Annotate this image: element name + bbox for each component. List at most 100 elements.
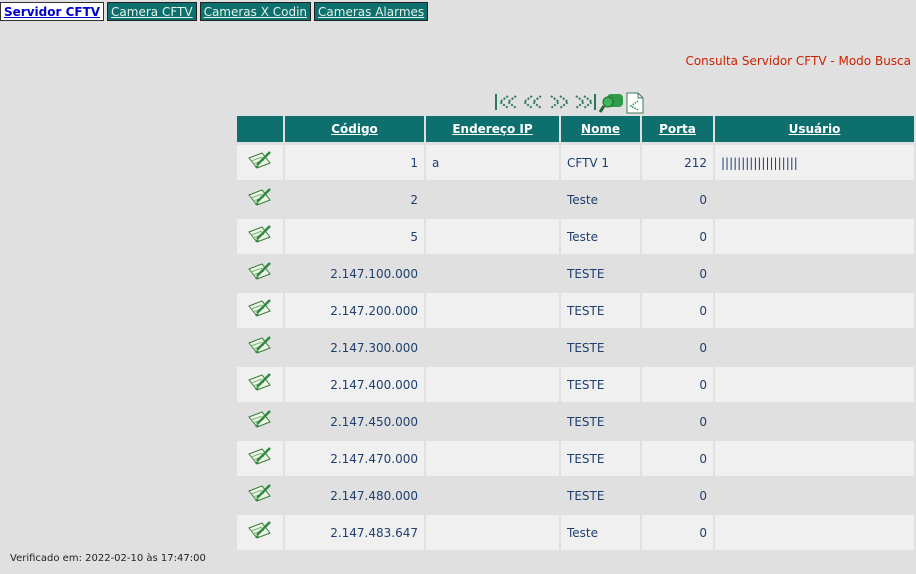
edit-cell (237, 145, 283, 180)
usuario-cell (715, 404, 914, 439)
usuario-cell (715, 515, 914, 550)
table-row: 2.147.200.000 TESTE 0 (237, 292, 916, 329)
ip-cell (426, 367, 559, 402)
edit-record-icon[interactable] (247, 408, 273, 435)
edit-record-icon[interactable] (247, 519, 273, 546)
codigo-cell: 2.147.480.000 (285, 478, 424, 513)
ip-cell (426, 182, 559, 217)
porta-cell: 0 (642, 182, 713, 217)
nome-cell: CFTV 1 (561, 145, 640, 180)
edit-cell (237, 515, 283, 550)
edit-record-icon[interactable] (247, 297, 273, 324)
codigo-cell: 1 (285, 145, 424, 180)
table-row: 2.147.450.000 TESTE 0 (237, 403, 916, 440)
codigo-cell: 2.147.470.000 (285, 441, 424, 476)
usuario-cell (715, 182, 914, 217)
nome-cell: TESTE (561, 330, 640, 365)
header-porta[interactable]: Porta (642, 116, 713, 142)
edit-record-icon[interactable] (247, 149, 273, 176)
previous-page-icon[interactable] (520, 92, 546, 112)
codigo-cell: 2.147.200.000 (285, 293, 424, 328)
edit-cell (237, 293, 283, 328)
header-nome[interactable]: Nome (561, 116, 640, 142)
codigo-cell: 2.147.450.000 (285, 404, 424, 439)
header-usuario[interactable]: Usuário (715, 116, 914, 142)
table-row: 5 Teste 0 (237, 218, 916, 255)
edit-record-icon[interactable] (247, 223, 273, 250)
porta-cell: 212 (642, 145, 713, 180)
porta-cell: 0 (642, 256, 713, 291)
porta-cell: 0 (642, 441, 713, 476)
usuario-cell (715, 441, 914, 476)
edit-record-icon[interactable] (247, 260, 273, 287)
usuario-cell: ||||||||||||||||||| (715, 145, 914, 180)
tab-cameras-alarmes[interactable]: Cameras Alarmes (314, 2, 429, 21)
edit-record-icon[interactable] (247, 445, 273, 472)
nome-cell: TESTE (561, 256, 640, 291)
search-binoculars-icon[interactable] (598, 92, 626, 113)
nome-cell: TESTE (561, 478, 640, 513)
edit-cell (237, 219, 283, 254)
tab-camera-cftv[interactable]: Camera CFTV (107, 2, 197, 21)
edit-record-icon[interactable] (247, 482, 273, 509)
tab-cameras-x-codin[interactable]: Cameras X Codin (199, 2, 312, 21)
next-page-icon[interactable] (546, 92, 572, 112)
porta-cell: 0 (642, 404, 713, 439)
porta-cell: 0 (642, 367, 713, 402)
usuario-cell (715, 478, 914, 513)
porta-cell: 0 (642, 219, 713, 254)
nome-cell: TESTE (561, 293, 640, 328)
edit-cell (237, 404, 283, 439)
pagination-toolbar (494, 90, 648, 114)
nome-cell: TESTE (561, 367, 640, 402)
edit-cell (237, 182, 283, 217)
last-page-icon[interactable] (572, 92, 598, 112)
table-row: 1 a CFTV 1 212 ||||||||||||||||||| (237, 144, 916, 181)
ip-cell (426, 404, 559, 439)
edit-cell (237, 330, 283, 365)
codigo-cell: 5 (285, 219, 424, 254)
usuario-cell (715, 367, 914, 402)
nome-cell: TESTE (561, 404, 640, 439)
tab-bar: Servidor CFTV Camera CFTV Cameras X Codi… (0, 2, 431, 21)
usuario-cell (715, 219, 914, 254)
nome-cell: Teste (561, 219, 640, 254)
table-row: 2.147.470.000 TESTE 0 (237, 440, 916, 477)
codigo-cell: 2.147.400.000 (285, 367, 424, 402)
ip-cell (426, 478, 559, 513)
usuario-cell (715, 330, 914, 365)
edit-record-icon[interactable] (247, 186, 273, 213)
table-row: 2 Teste 0 (237, 181, 916, 218)
header-codigo[interactable]: Código (285, 116, 424, 142)
porta-cell: 0 (642, 293, 713, 328)
codigo-cell: 2.147.300.000 (285, 330, 424, 365)
ip-cell (426, 515, 559, 550)
page-title: Consulta Servidor CFTV - Modo Busca (685, 54, 911, 68)
servers-table: Código Endereço IP Nome Porta Usuário 1a… (237, 115, 916, 551)
usuario-cell (715, 256, 914, 291)
header-edit-col (237, 116, 283, 142)
first-page-icon[interactable] (494, 92, 520, 112)
export-document-icon[interactable] (626, 92, 648, 114)
table-row: 2.147.480.000 TESTE 0 (237, 477, 916, 514)
ip-cell (426, 293, 559, 328)
usuario-cell (715, 293, 914, 328)
ip-cell (426, 219, 559, 254)
nome-cell: Teste (561, 515, 640, 550)
edit-cell (237, 478, 283, 513)
table-header-row: Código Endereço IP Nome Porta Usuário (237, 115, 916, 144)
header-endereco-ip[interactable]: Endereço IP (426, 116, 559, 142)
ip-cell (426, 441, 559, 476)
nome-cell: TESTE (561, 441, 640, 476)
codigo-cell: 2 (285, 182, 424, 217)
edit-cell (237, 367, 283, 402)
edit-record-icon[interactable] (247, 334, 273, 361)
porta-cell: 0 (642, 330, 713, 365)
ip-cell: a (426, 145, 559, 180)
codigo-cell: 2.147.100.000 (285, 256, 424, 291)
verification-timestamp: Verificado em: 2022-02-10 às 17:47:00 (10, 553, 206, 564)
edit-cell (237, 441, 283, 476)
nome-cell: Teste (561, 182, 640, 217)
edit-record-icon[interactable] (247, 371, 273, 398)
tab-servidor-cftv[interactable]: Servidor CFTV (0, 2, 105, 21)
